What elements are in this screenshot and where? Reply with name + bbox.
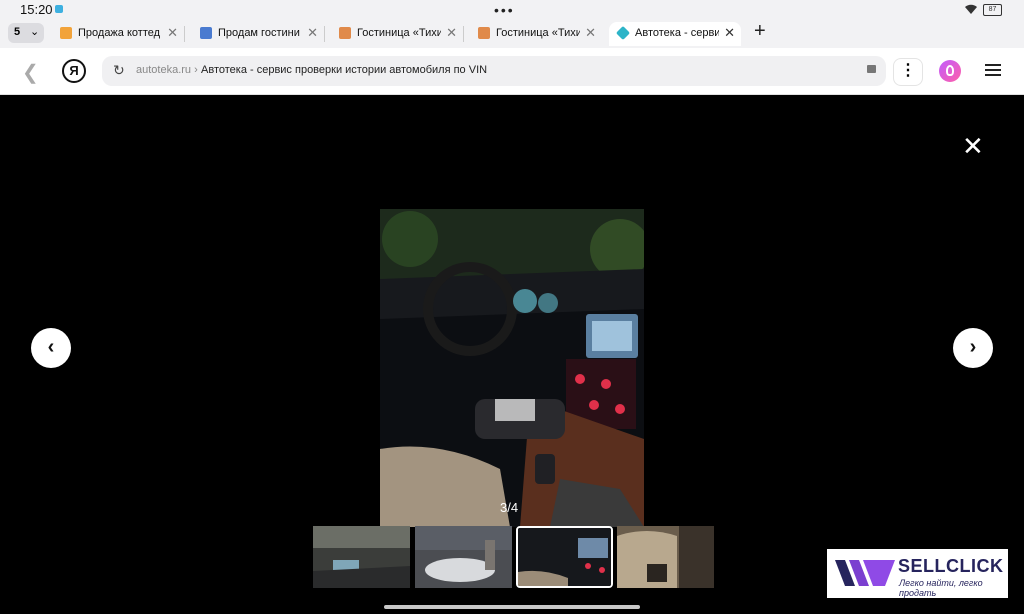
wifi-icon [965,4,977,14]
tab-3[interactable]: Гостиница «Тихи ✕ [331,22,464,46]
photo-counter: 3/4 [500,500,519,515]
reload-icon[interactable]: ↻ [113,62,125,79]
prev-photo-button[interactable]: ‹ [31,328,71,368]
sellclick-watermark: SELLCLICK Легко найти, легко продать [827,549,1008,598]
tab-label: Автотека - серви [635,27,719,39]
tab-count-button[interactable]: 5 ⌄ [8,23,44,43]
favicon-icon [60,27,72,39]
tab-label: Продажа коттед [78,27,161,39]
more-dots-icon[interactable]: ⋮ [893,58,923,86]
breadcrumb-separator: › [194,64,198,76]
back-arrow-icon[interactable]: ❮ [22,60,39,85]
battery-icon: 87 [983,4,1002,16]
favicon-icon [615,25,631,41]
thumbnail-2[interactable] [415,526,512,588]
status-bar: 15:20 ••• 87 [0,0,1024,20]
chevron-left-icon: ‹ [47,336,55,358]
tab-4[interactable]: Гостиница «Тихи ✕ [470,22,602,46]
app-indicator-icon [55,5,63,13]
lock-icon[interactable] [867,65,876,73]
page-title: Автотека - сервис проверки истории автом… [201,64,488,76]
chevron-down-icon: ⌄ [30,26,40,38]
sellclick-logo-icon [835,560,895,586]
tab-close-icon[interactable]: ✕ [167,25,178,41]
url-domain: autoteka.ru › [136,64,198,76]
url-field[interactable]: ↻ autoteka.ru › Автотека - сервис провер… [102,56,886,86]
tab-1[interactable]: Продажа коттед ✕ [52,22,185,46]
tab-label: Продам гостини [218,27,300,39]
tab-strip: 5 ⌄ Продажа коттед ✕ Продам гостини ✕ Го… [0,20,1024,48]
main-photo [380,209,644,527]
thumbnail-4[interactable] [617,526,714,588]
tab-close-icon[interactable]: ✕ [446,25,457,41]
menu-icon[interactable] [985,64,1001,76]
tab-close-icon[interactable]: ✕ [585,25,596,41]
new-tab-button[interactable]: + [754,20,766,43]
thumbnail-strip [313,526,714,588]
watermark-brand: SELLCLICK [898,556,1004,576]
thumbnail-3-active[interactable] [516,526,613,588]
photo-viewer: ✕ ‹ › 3/4 [0,95,1024,614]
next-photo-button[interactable]: › [953,328,993,368]
car-interior-photo [380,209,644,527]
tab-divider [324,26,325,42]
tab-5-active[interactable]: Автотека - серви ✕ [609,22,741,46]
tab-close-icon[interactable]: ✕ [307,25,318,41]
domain-text: autoteka.ru [136,64,192,76]
alice-icon[interactable] [939,60,961,82]
tab-close-icon[interactable]: ✕ [724,25,735,41]
chevron-right-icon: › [969,336,977,358]
multitask-dots-icon[interactable]: ••• [494,2,515,18]
favicon-icon [478,27,490,39]
thumbnail-1[interactable] [313,526,410,588]
tab-label: Гостиница «Тихи [496,27,580,39]
close-icon[interactable]: ✕ [962,131,984,162]
favicon-icon [200,27,212,39]
clock: 15:20 [20,2,53,17]
tab-label: Гостиница «Тихи [357,27,441,39]
address-bar: ❮ Я ↻ autoteka.ru › Автотека - сервис пр… [0,48,1024,95]
tab-count: 5 [14,26,21,38]
home-indicator[interactable] [384,605,640,609]
watermark-tagline: Легко найти, легко продать [899,578,983,598]
favicon-icon [339,27,351,39]
tab-2[interactable]: Продам гостини ✕ [192,22,325,46]
tab-divider [184,26,185,42]
tab-divider [463,26,464,42]
yandex-logo[interactable]: Я [62,59,86,83]
